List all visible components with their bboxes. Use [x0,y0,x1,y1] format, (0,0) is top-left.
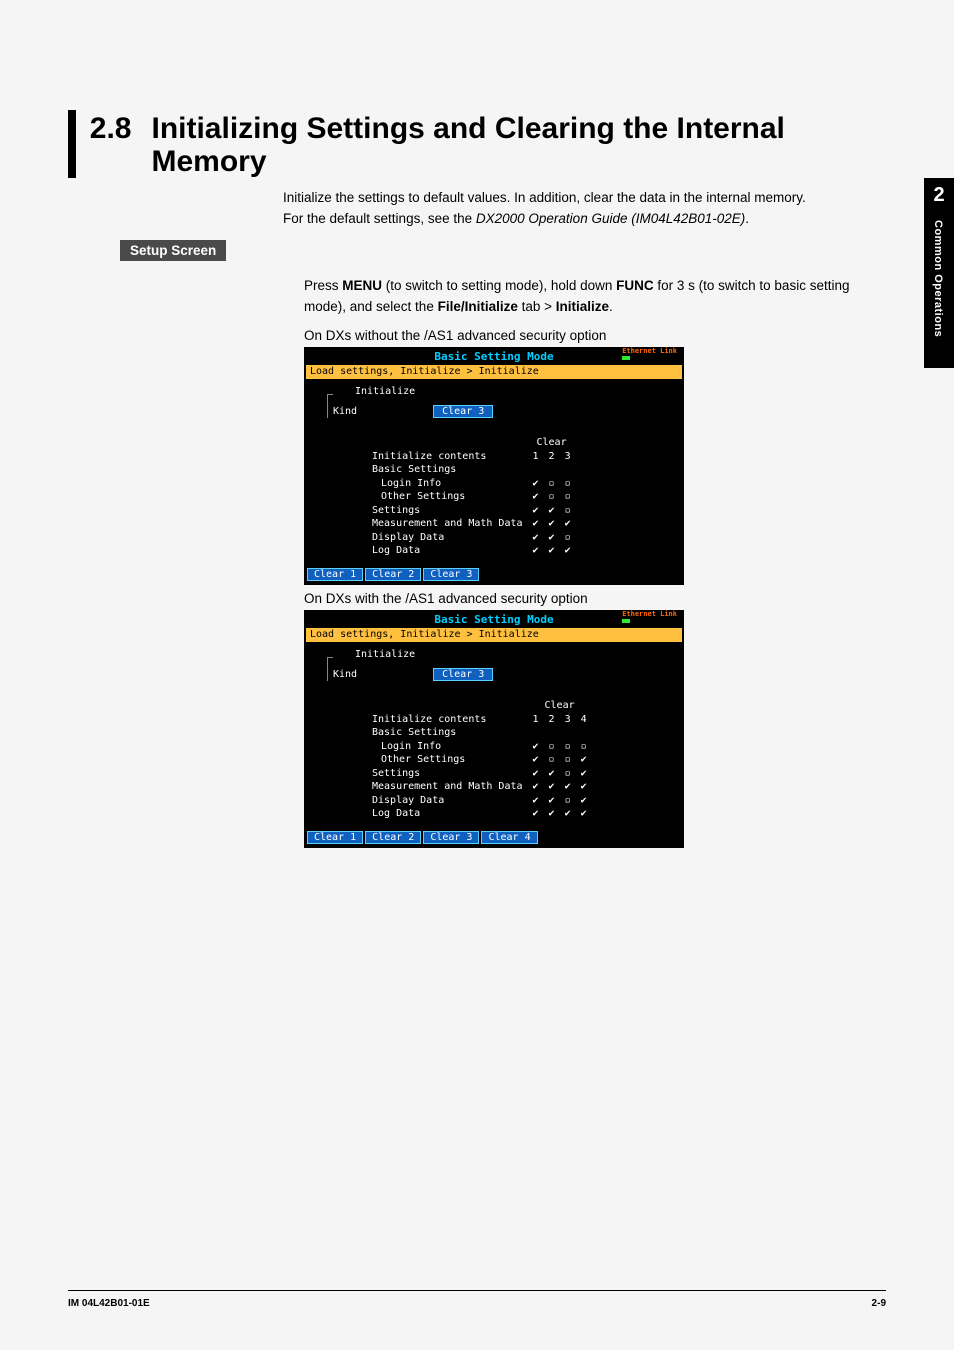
tab-name: File/Initialize [438,299,518,314]
softkey-clear3b[interactable]: Clear 3 [423,831,479,844]
screenshot-2: Basic Setting Mode Ethernet Link Load se… [304,610,684,848]
softkey-clear1[interactable]: Clear 1 [307,568,363,581]
chapter-title: Common Operations [932,220,944,337]
r2: Settings [367,504,528,518]
r4: Display Data [367,531,528,545]
eth-led-icon [622,356,630,360]
r3: Measurement and Math Data [367,517,528,531]
t-b: (to switch to setting mode), hold down [382,278,616,293]
head1: Initialize contents [367,450,528,464]
c2b: 2 [544,713,560,727]
softkey-clear2[interactable]: Clear 2 [365,568,421,581]
r3b: Measurement and Math Data [367,780,528,794]
breadcrumb-2: Load settings, Initialize > Initialize [305,627,683,643]
intro-line1: Initialize the settings to default value… [283,190,806,205]
screen-title-text-2: Basic Setting Mode [434,613,553,626]
intro-line2a: For the default settings, see the [283,211,476,226]
col-head-2: Clear [528,699,592,713]
footer-docid: IM 04L42B01-01E [68,1298,150,1309]
intro-doc-ref: DX2000 Operation Guide (IM04L42B01-02E) [476,211,745,226]
kind-value[interactable]: Clear 3 [433,405,493,418]
softkeys-1: Clear 1 Clear 2 Clear 3 [305,565,683,584]
kind-row-2: Kind Clear 3 [333,668,493,681]
col-head: Clear [528,436,576,450]
item-name: Initialize [556,299,609,314]
softkey-clear3[interactable]: Clear 3 [423,568,479,581]
section-heading: 2.8 Initializing Settings and Clearing t… [68,110,886,178]
key-menu: MENU [342,278,382,293]
t-e: . [609,299,613,314]
head1-2: Initialize contents [367,713,528,727]
c4b: 4 [576,713,592,727]
chapter-tab: 2 Common Operations [924,178,954,368]
c3: 3 [560,450,576,464]
init-contents-2: Clear Initialize contents 1 2 3 4 Basic … [367,699,592,821]
chapter-number: 2 [924,178,954,207]
softkey-clear1b[interactable]: Clear 1 [307,831,363,844]
softkey-clear2b[interactable]: Clear 2 [365,831,421,844]
section-mark [68,110,76,178]
caption-with-as1: On DXs with the /AS1 advanced security o… [304,591,886,606]
r1: Other Settings [367,490,528,504]
c1: 1 [528,450,544,464]
head2-2: Basic Settings [367,726,528,740]
c3b: 3 [560,713,576,727]
kind-label-2: Kind [333,669,357,680]
section-title: Initializing Settings and Clearing the I… [151,110,886,178]
group-label: Initialize [355,386,415,397]
screenshot-1: Basic Setting Mode Ethernet Link Load se… [304,347,684,585]
intro-paragraph: Initialize the settings to default value… [283,188,886,230]
ethernet-indicator: Ethernet Link [622,348,677,360]
kind-row: Kind Clear 3 [333,405,493,418]
ethernet-indicator-2: Ethernet Link [622,611,677,623]
head2: Basic Settings [367,463,528,477]
setup-screen-label: Setup Screen [120,240,226,261]
section-number: 2.8 [90,110,132,145]
screen-title-2: Basic Setting Mode Ethernet Link [305,611,683,627]
r4b: Display Data [367,794,528,808]
c2: 2 [544,450,560,464]
init-contents-1: Clear Initialize contents 1 2 3 Basic Se… [367,436,576,558]
softkey-clear4b[interactable]: Clear 4 [481,831,537,844]
t-d: tab > [518,299,556,314]
t-a: Press [304,278,342,293]
group-label-2: Initialize [355,649,415,660]
screen-title-text: Basic Setting Mode [434,350,553,363]
r5: Log Data [367,544,528,558]
eth-text-2: Ethernet Link [622,610,677,618]
intro-line2b: . [745,211,749,226]
eth-text: Ethernet Link [622,347,677,355]
r0: Login Info [367,477,528,491]
instruction-text: Press MENU (to switch to setting mode), … [304,275,886,318]
eth-led-icon-2 [622,619,630,623]
r2b: Settings [367,767,528,781]
footer-rule [68,1290,886,1291]
breadcrumb-1: Load settings, Initialize > Initialize [305,364,683,380]
kind-label: Kind [333,406,357,417]
r1b: Other Settings [367,753,528,767]
screen-title-1: Basic Setting Mode Ethernet Link [305,348,683,364]
caption-no-as1: On DXs without the /AS1 advanced securit… [304,328,886,343]
r5b: Log Data [367,807,528,821]
c1b: 1 [528,713,544,727]
softkeys-2: Clear 1 Clear 2 Clear 3 Clear 4 [305,828,683,847]
r0b: Login Info [367,740,528,754]
key-func: FUNC [616,278,654,293]
footer-page: 2-9 [872,1298,886,1309]
kind-value-2[interactable]: Clear 3 [433,668,493,681]
